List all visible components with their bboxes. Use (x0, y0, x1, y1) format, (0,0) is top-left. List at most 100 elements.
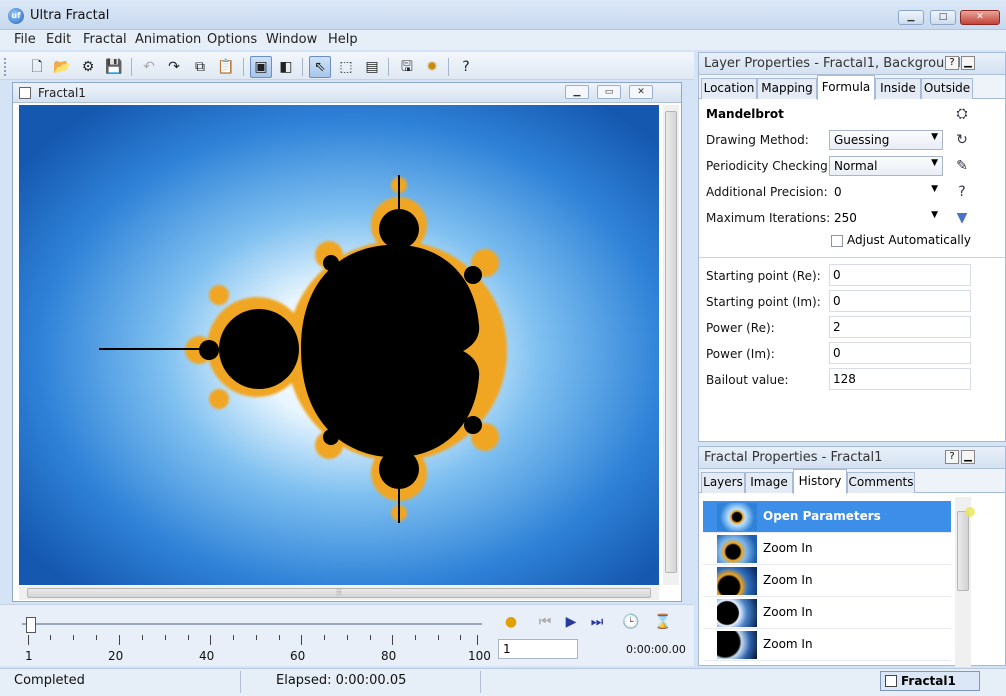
window-tab-fractal1[interactable]: Fractal1 (880, 671, 980, 691)
canvas-vertical-scrollbar[interactable] (663, 105, 679, 585)
status-text: Completed (14, 673, 85, 688)
panel-minimize-icon[interactable]: ▁ (961, 56, 975, 70)
menu-animation[interactable]: Animation (135, 32, 201, 47)
full-view-icon[interactable]: ▣ (250, 56, 272, 78)
history-item-label: Zoom In (763, 605, 813, 619)
menu-fractal[interactable]: Fractal (83, 32, 127, 47)
power-re-input[interactable]: 2 (829, 316, 971, 338)
paste-icon[interactable]: 📋 (215, 56, 237, 78)
menu-options[interactable]: Options (207, 32, 257, 47)
history-scroll-thumb[interactable] (957, 511, 969, 591)
fractal-properties-tabs: Layers Image History Comments (699, 469, 1005, 494)
layer-properties-panel: Layer Properties - Fractal1, Background … (698, 52, 1006, 442)
expand-arrow-icon[interactable]: ▼ (953, 209, 971, 227)
timeline-line (22, 623, 482, 625)
canvas-horizontal-scrollbar[interactable]: ⦙⦙⦙ (19, 586, 659, 600)
minimize-button[interactable]: ▁ (898, 10, 924, 25)
starting-point-im-input[interactable]: 0 (829, 290, 971, 312)
edit-formula-icon[interactable]: ✎ (953, 157, 971, 175)
reset-icon[interactable]: ↻ (953, 131, 971, 149)
maximum-iterations-label: Maximum Iterations: (706, 211, 831, 225)
formula-browse-icon[interactable]: ⛭ (953, 105, 971, 123)
animation-time: 0:00:00.00 (626, 643, 686, 656)
history-item-label: Zoom In (763, 573, 813, 587)
timeline-track[interactable] (22, 615, 482, 635)
bailout-value-input[interactable]: 128 (829, 368, 971, 390)
next-frame-icon[interactable]: ⏭ (586, 611, 608, 633)
menu-window[interactable]: Window (266, 32, 317, 47)
window-tab-label: Fractal1 (901, 674, 956, 688)
close-button[interactable]: ✕ (960, 10, 1000, 25)
document-icon (19, 87, 31, 99)
play-icon[interactable]: ▶ (560, 611, 582, 633)
tick-label: 60 (290, 649, 306, 663)
frame-number-input[interactable]: 1 (498, 639, 578, 659)
keyframe-icon[interactable]: ⌛ (652, 611, 674, 633)
tab-layers[interactable]: Layers (701, 472, 745, 493)
additional-precision-label: Additional Precision: (706, 185, 828, 199)
doc-minimize-button[interactable]: ▁ (565, 85, 589, 99)
new-icon[interactable]: 🗋 (26, 56, 48, 78)
gear-icon[interactable]: ✹ (421, 56, 443, 78)
layer-properties-tabs: Location Mapping Formula Inside Outside (699, 75, 1005, 100)
render-icon[interactable]: 🖫 (396, 56, 418, 78)
select-arrow-icon[interactable]: ⇖ (309, 56, 331, 78)
timing-icon[interactable]: 🕒 (620, 611, 642, 633)
drawing-method-value: Guessing (834, 133, 890, 147)
help-icon[interactable]: ? (455, 56, 477, 78)
tab-image[interactable]: Image (745, 472, 793, 493)
copy-icon[interactable]: ⧉ (189, 56, 211, 78)
additional-precision-select[interactable]: 0 ▼ (829, 182, 943, 202)
history-item-zoom-in[interactable]: Zoom In (703, 565, 951, 597)
tab-location[interactable]: Location (701, 78, 757, 99)
starting-point-re-input[interactable]: 0 (829, 264, 971, 286)
mandelbrot-image (19, 105, 659, 585)
save-icon[interactable]: 💾 (103, 56, 125, 78)
help-icon[interactable]: ? (953, 183, 971, 201)
panel-minimize-icon[interactable]: ▁ (961, 450, 975, 464)
record-icon[interactable]: ● (500, 611, 522, 633)
canvas-vertical-scroll-thumb[interactable] (665, 111, 677, 573)
tab-inside[interactable]: Inside (875, 78, 921, 99)
history-scrollbar[interactable] (955, 497, 971, 667)
history-item-open-parameters[interactable]: Open Parameters (703, 501, 951, 533)
open-icon[interactable]: 📂 (51, 56, 73, 78)
fractal-canvas[interactable] (19, 105, 659, 585)
power-im-input[interactable]: 0 (829, 342, 971, 364)
redo-icon[interactable]: ↷ (163, 56, 185, 78)
menu-file[interactable]: File (14, 32, 36, 47)
maximize-button[interactable]: □ (930, 10, 956, 25)
previous-frame-icon[interactable]: ⏮ (534, 611, 556, 633)
doc-restore-button[interactable]: ▭ (597, 85, 621, 99)
canvas-horizontal-scroll-thumb[interactable]: ⦙⦙⦙ (27, 588, 651, 598)
tab-comments[interactable]: Comments (847, 472, 915, 493)
periodicity-checking-select[interactable]: Normal ▼ (829, 156, 943, 176)
tab-outside[interactable]: Outside (921, 78, 973, 99)
adjust-automatically-checkbox[interactable] (831, 235, 843, 247)
history-item-zoom-in[interactable]: Zoom In (703, 533, 951, 565)
half-view-icon[interactable]: ◧ (275, 56, 297, 78)
menu-help[interactable]: Help (328, 32, 358, 47)
maximum-iterations-select[interactable]: 250 ▼ (829, 208, 943, 228)
history-item-zoom-in[interactable]: Zoom In (703, 629, 951, 661)
section-divider (699, 257, 1005, 258)
undo-icon[interactable]: ↶ (138, 56, 160, 78)
history-thumbnail (717, 567, 757, 595)
history-item-zoom-in[interactable]: Zoom In (703, 597, 951, 629)
status-bar: Completed Elapsed: 0:00:00.05 Fractal1 (0, 668, 1006, 696)
window-titlebar: uf Ultra Fractal ▁ □ ✕ (0, 0, 1006, 30)
panel-help-icon[interactable]: ? (945, 450, 959, 464)
panel-help-icon[interactable]: ? (945, 56, 959, 70)
doc-close-button[interactable]: ✕ (629, 85, 653, 99)
timeline-slider[interactable] (26, 617, 36, 633)
open-parameters-icon[interactable]: ⚙ (77, 56, 99, 78)
tab-history[interactable]: History (793, 469, 847, 494)
drawing-method-select[interactable]: Guessing ▼ (829, 130, 943, 150)
zoom-box-icon[interactable]: ⬚ (335, 56, 357, 78)
menu-edit[interactable]: Edit (46, 32, 71, 47)
chevron-down-icon: ▼ (931, 210, 938, 220)
tab-mapping[interactable]: Mapping (757, 78, 817, 99)
windows-icon[interactable]: ▤ (361, 56, 383, 78)
toolbar-grip[interactable] (4, 58, 10, 76)
tab-formula[interactable]: Formula (817, 75, 875, 100)
